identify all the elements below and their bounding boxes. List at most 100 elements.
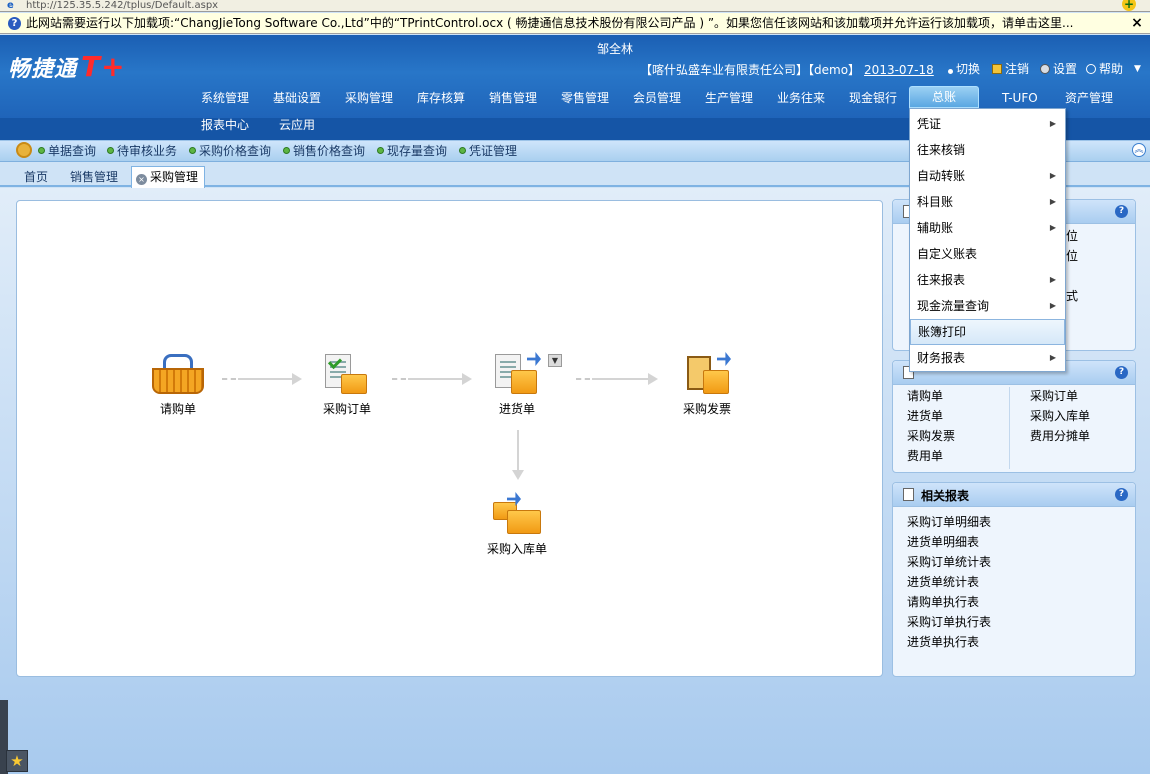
menu-item-verification[interactable]: 往来核销 <box>910 137 1065 163</box>
report-link[interactable]: 进货单统计表 <box>907 572 979 592</box>
quick-purchase-price[interactable]: 采购价格查询 <box>189 144 271 158</box>
settings-button[interactable]: 设置 <box>1040 61 1077 77</box>
help-icon[interactable]: ? <box>1115 205 1128 218</box>
close-icon[interactable]: × <box>136 174 147 185</box>
nav-retail[interactable]: 零售管理 <box>561 89 609 107</box>
help-icon[interactable]: ? <box>1115 366 1128 379</box>
switch-button[interactable]: 切换 <box>948 61 980 77</box>
chevron-down-icon[interactable]: ▼ <box>1134 61 1141 77</box>
nav-cash-bank[interactable]: 现金银行 <box>849 89 897 107</box>
nav-inventory[interactable]: 库存核算 <box>417 89 465 107</box>
flow-node-purchase-order[interactable]: 采购订单 <box>307 352 387 417</box>
quick-doc-query[interactable]: 单据查询 <box>38 144 96 158</box>
quick-pending-review[interactable]: 待审核业务 <box>107 144 177 158</box>
submenu-arrow-icon: ▶ <box>1049 197 1056 206</box>
collapse-icon[interactable]: ︽ <box>1132 143 1146 157</box>
menu-item-aux-ledger[interactable]: 辅助账 ▶ <box>910 215 1065 241</box>
doc-link[interactable]: 进货单 <box>907 406 943 426</box>
report-link[interactable]: 采购订单统计表 <box>907 552 991 572</box>
stock-in-box-icon <box>491 492 543 536</box>
bullet-icon <box>107 147 114 154</box>
star-icon[interactable]: ★ <box>6 750 28 772</box>
doc-link[interactable]: 费用分摊单 <box>1030 426 1090 446</box>
flow-arrow <box>222 373 302 385</box>
tab-purchasing[interactable]: × 采购管理 <box>131 166 205 188</box>
menu-item-label: 科目账 <box>917 195 954 209</box>
flow-node-label: 请购单 <box>159 402 196 416</box>
bullet-icon <box>38 147 45 154</box>
logo-mark: T+ <box>81 50 126 83</box>
gear-icon[interactable] <box>16 142 32 158</box>
order-document-icon <box>321 352 373 396</box>
report-link[interactable]: 请购单执行表 <box>907 592 979 612</box>
flow-node-requisition[interactable]: 请购单 <box>138 352 218 417</box>
report-link[interactable]: 采购订单明细表 <box>907 512 991 532</box>
nav-system[interactable]: 系统管理 <box>201 89 249 107</box>
tab-home[interactable]: 首页 <box>18 167 54 187</box>
bullet-icon <box>283 147 290 154</box>
nav-report-center[interactable]: 报表中心 <box>201 116 249 134</box>
nav-members[interactable]: 会员管理 <box>633 89 681 107</box>
switch-icon <box>948 69 953 74</box>
flow-node-stock-in[interactable]: 采购入库单 <box>477 492 557 557</box>
partial-link[interactable]: 位 <box>1066 247 1078 264</box>
report-link[interactable]: 进货单明细表 <box>907 532 979 552</box>
nav-basic-settings[interactable]: 基础设置 <box>273 89 321 107</box>
quick-stock-query[interactable]: 现存量查询 <box>377 144 447 158</box>
flow-panel <box>16 200 883 677</box>
nav-purchasing[interactable]: 采购管理 <box>345 89 393 107</box>
menu-item-auto-transfer[interactable]: 自动转账 ▶ <box>910 163 1065 189</box>
help-icon[interactable]: ? <box>1115 488 1128 501</box>
date-link[interactable]: 2013-07-18 <box>864 63 934 77</box>
menu-item-label: 辅助账 <box>917 221 954 235</box>
flow-node-invoice[interactable]: 采购发票 <box>667 352 747 417</box>
doc-link[interactable]: 采购发票 <box>907 426 955 446</box>
nav-item-active[interactable]: 总账 <box>909 86 979 108</box>
chevron-down-icon[interactable]: ▼ <box>548 354 562 367</box>
nav-production[interactable]: 生产管理 <box>705 89 753 107</box>
report-icon <box>903 488 914 501</box>
report-link[interactable]: 采购订单执行表 <box>907 612 991 632</box>
doc-link[interactable]: 采购订单 <box>1030 386 1078 406</box>
flow-arrow <box>576 373 658 385</box>
partial-link[interactable]: 式 <box>1066 287 1078 304</box>
menu-item-ledger-print[interactable]: 账簿打印 <box>910 319 1065 345</box>
nav-sales[interactable]: 销售管理 <box>489 89 537 107</box>
favorites-add-icon[interactable]: + <box>1122 0 1136 11</box>
doc-link[interactable]: 采购入库单 <box>1030 406 1090 426</box>
quick-sales-price[interactable]: 销售价格查询 <box>283 144 365 158</box>
quick-voucher-mgmt[interactable]: 凭证管理 <box>459 144 517 158</box>
report-link[interactable]: 进货单执行表 <box>907 632 979 652</box>
tab-sales[interactable]: 销售管理 <box>64 167 124 187</box>
menu-item-label: 账簿打印 <box>918 325 967 339</box>
doc-link[interactable]: 请购单 <box>907 386 943 406</box>
info-bar-close-icon[interactable]: × <box>1130 14 1144 32</box>
settings-label: 设置 <box>1053 62 1078 76</box>
nav-t-ufo[interactable]: T-UFO <box>1002 89 1038 107</box>
doc-link[interactable]: 费用单 <box>907 446 943 466</box>
address-bar[interactable]: http://125.35.5.242/tplus/Default.aspx <box>0 0 1150 12</box>
menu-item-label: 财务报表 <box>917 351 966 365</box>
menu-item-cash-flow[interactable]: 现金流量查询 ▶ <box>910 293 1065 319</box>
logout-label: 注销 <box>1005 62 1030 76</box>
invoice-clipboard-icon <box>681 352 733 396</box>
partial-link[interactable]: 位 <box>1066 227 1078 244</box>
help-button[interactable]: 帮助 <box>1086 61 1123 77</box>
nav-cloud-apps[interactable]: 云应用 <box>279 116 315 134</box>
info-bar-text: 此网站需要运行以下加载项:“ChangJieTong Software Co.,… <box>26 16 1074 30</box>
tab-purchasing-label: 采购管理 <box>150 170 199 184</box>
menu-item-voucher[interactable]: 凭证 ▶ <box>910 111 1065 137</box>
submenu-arrow-icon: ▶ <box>1049 171 1056 180</box>
menu-item-label: 自定义账表 <box>917 247 978 261</box>
nav-assets[interactable]: 资产管理 <box>1065 89 1113 107</box>
logo: 畅捷通 T+ <box>8 50 153 86</box>
menu-item-subject-ledger[interactable]: 科目账 ▶ <box>910 189 1065 215</box>
nav-business[interactable]: 业务往来 <box>777 89 825 107</box>
menu-item-financial-report[interactable]: 财务报表 ▶ <box>910 345 1065 371</box>
menu-item-ar-ap-report[interactable]: 往来报表 ▶ <box>910 267 1065 293</box>
info-bar[interactable]: 此网站需要运行以下加载项:“ChangJieTong Software Co.,… <box>0 13 1150 34</box>
menu-item-custom-report[interactable]: 自定义账表 <box>910 241 1065 267</box>
logout-button[interactable]: 注销 <box>992 61 1029 77</box>
quick-label: 采购价格查询 <box>199 144 272 158</box>
flow-node-receipt[interactable]: 进货单 <box>477 352 557 417</box>
